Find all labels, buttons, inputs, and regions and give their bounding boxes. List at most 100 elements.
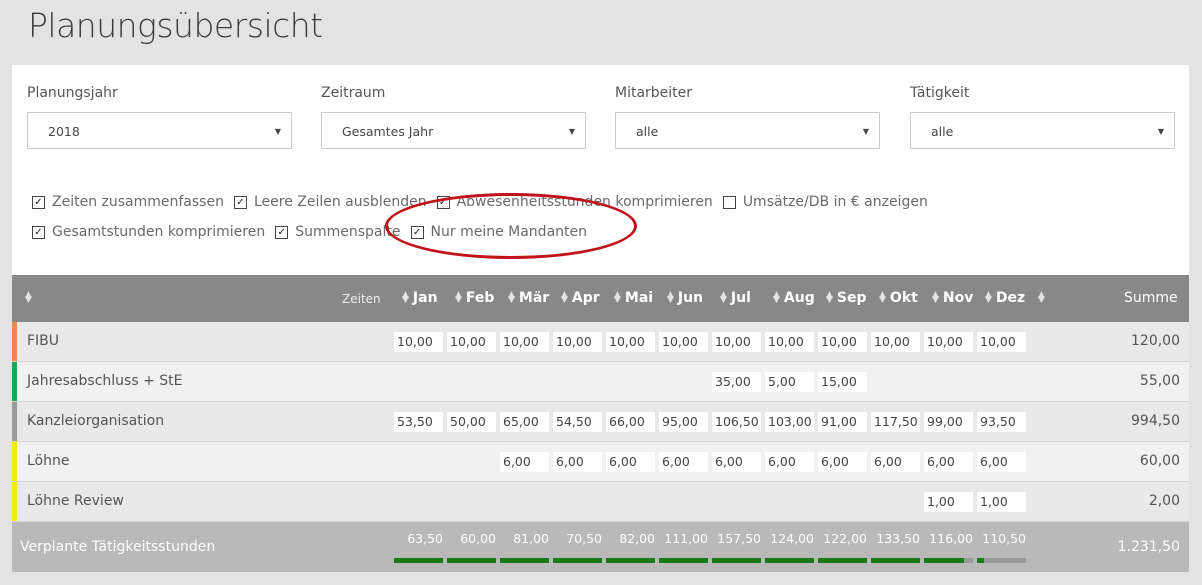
checkbox[interactable]: ✓ (436, 195, 450, 209)
color-stripe (12, 322, 17, 361)
hours-cell[interactable]: 6,00 (871, 452, 920, 472)
hours-cell[interactable]: 66,00 (606, 412, 655, 432)
month-total: 82,00 (619, 531, 655, 546)
footer-sum: 1.231,50 (1117, 539, 1180, 555)
hours-cell[interactable]: 50,00 (447, 412, 496, 432)
sort-icon: ▲ ▼ (932, 290, 939, 305)
sort-icon: ▲ ▼ (879, 290, 886, 305)
checkbox[interactable]: ✓ (32, 225, 45, 239)
hours-cell[interactable]: 6,00 (606, 452, 655, 472)
hours-cell[interactable]: 6,00 (712, 452, 761, 472)
month-column-header[interactable]: ▲ ▼ Okt (879, 290, 931, 306)
activity-name: Kanzleiorganisation (27, 413, 165, 429)
checkbox-row: ✓ Zeiten zusammenfassen ✓ Leere Zeilen a… (32, 187, 938, 217)
month-column-header[interactable]: ▲ ▼ Jun (667, 290, 719, 306)
checkbox[interactable]: ✓ (32, 195, 45, 209)
hours-cell[interactable]: 10,00 (606, 332, 655, 352)
planungsjahr-select[interactable]: 2018 ▼ (27, 112, 292, 149)
hours-cell[interactable]: 6,00 (765, 452, 814, 472)
row-sum: 994,50 (1131, 413, 1180, 429)
hours-cell[interactable]: 10,00 (500, 332, 549, 352)
hours-cell[interactable]: 1,00 (977, 492, 1026, 512)
hours-cell[interactable]: 10,00 (977, 332, 1026, 352)
hours-cell[interactable]: 1,00 (924, 492, 973, 512)
option-gesamtstunden-komprimieren[interactable]: ✓ Gesamtstunden komprimieren (32, 224, 265, 240)
month-total: 157,50 (717, 531, 761, 546)
chevron-down-icon: ▼ (568, 127, 575, 136)
utilization-bar (500, 558, 549, 563)
option-leere-zeilen-ausblenden[interactable]: ✓ Leere Zeilen ausblenden (233, 194, 427, 210)
hours-cell[interactable]: 103,00 (765, 412, 814, 432)
utilization-bar (447, 558, 496, 563)
hours-cell[interactable]: 10,00 (712, 332, 761, 352)
utilization-bar (765, 558, 814, 563)
table-row: Löhne 60,00 6,00 6,00 6,00 6,00 6,00 6,00 6,00 6,… (12, 442, 1189, 482)
month-total: 60,00 (460, 531, 496, 546)
mitarbeiter-select[interactable]: alle ▼ (615, 112, 880, 149)
hours-cell[interactable]: 15,00 (818, 372, 867, 392)
checkbox[interactable]: ✓ (233, 195, 247, 209)
hours-cell[interactable]: 10,00 (818, 332, 867, 352)
hours-cell[interactable]: 65,00 (500, 412, 549, 432)
hours-cell[interactable]: 53,50 (394, 412, 443, 432)
hours-cell[interactable]: 6,00 (553, 452, 602, 472)
month-column-header[interactable]: ▲ ▼ Feb (455, 290, 507, 306)
hours-cell[interactable]: 10,00 (871, 332, 920, 352)
hours-cell[interactable]: 91,00 (818, 412, 867, 432)
activity-name: Löhne Review (27, 493, 124, 509)
option-summenspalte[interactable]: ✓ Summenspalte (275, 224, 401, 240)
filter-mitarbeiter: Mitarbeiter alle ▼ (615, 85, 880, 149)
month-column-header[interactable]: ▲ ▼ Sep (826, 290, 878, 306)
hours-cell[interactable]: 99,00 (924, 412, 973, 432)
hours-cell[interactable]: 95,00 (659, 412, 708, 432)
chevron-down-icon: ▼ (862, 127, 869, 136)
hours-cell[interactable]: 10,00 (553, 332, 602, 352)
hours-cell[interactable]: 10,00 (447, 332, 496, 352)
month-column-header[interactable]: ▲ ▼ Jul (720, 290, 772, 306)
checkbox[interactable] (722, 195, 736, 209)
month-column-header[interactable]: ▲ ▼ Mai (614, 290, 666, 306)
filter-planungsjahr: Planungsjahr 2018 ▼ (27, 85, 292, 149)
month-column-header[interactable]: ▲ ▼ Nov (932, 290, 984, 306)
option-zeiten-zusammenfassen[interactable]: ✓ Zeiten zusammenfassen (32, 194, 224, 210)
utilization-bar-fill (871, 558, 920, 563)
month-column-header[interactable]: ▲ ▼ Mär (508, 290, 560, 306)
hours-cell[interactable]: 54,50 (553, 412, 602, 432)
row-sum: 120,00 (1131, 333, 1180, 349)
hours-cell[interactable]: 93,50 (977, 412, 1026, 432)
month-label: Jul (730, 290, 751, 306)
sort-icon[interactable]: ▲ ▼ (25, 291, 32, 305)
sort-icon[interactable]: ▲ ▼ (1038, 291, 1045, 305)
checkbox[interactable]: ✓ (410, 225, 424, 239)
hours-cell[interactable]: 10,00 (765, 332, 814, 352)
month-column-header[interactable]: ▲ ▼ Dez (985, 290, 1037, 306)
hours-cell[interactable]: 10,00 (394, 332, 443, 352)
hours-cell[interactable]: 35,00 (712, 372, 761, 392)
month-column-header[interactable]: ▲ ▼ Jan (402, 290, 454, 306)
hours-cell[interactable]: 6,00 (977, 452, 1026, 472)
month-column-header[interactable]: ▲ ▼ Aug (773, 290, 825, 306)
hours-cell[interactable]: 106,50 (712, 412, 761, 432)
filter-label: Mitarbeiter (615, 85, 693, 101)
hours-cell[interactable]: 6,00 (500, 452, 549, 472)
option-nur-meine-mandanten[interactable]: ✓ Nur meine Mandanten (410, 224, 587, 240)
sort-icon: ▲ ▼ (826, 290, 833, 305)
utilization-bar-fill (606, 558, 655, 563)
sort-icon: ▲ ▼ (667, 290, 674, 305)
hours-cell[interactable]: 10,00 (659, 332, 708, 352)
month-column-header[interactable]: ▲ ▼ Apr (561, 290, 613, 306)
hours-cell[interactable]: 10,00 (924, 332, 973, 352)
zeitraum-select[interactable]: Gesamtes Jahr ▼ (321, 112, 586, 149)
checkbox[interactable]: ✓ (275, 225, 289, 239)
hours-cell[interactable]: 6,00 (818, 452, 867, 472)
utilization-bar (977, 558, 1026, 563)
hours-cell[interactable]: 5,00 (765, 372, 814, 392)
hours-cell[interactable]: 6,00 (659, 452, 708, 472)
hours-cell[interactable]: 6,00 (924, 452, 973, 472)
option-abwesenheitsstunden-komprimieren[interactable]: ✓ Abwesenheitsstunden komprimieren (436, 194, 713, 210)
utilization-bar-fill (924, 558, 965, 563)
month-label: Feb (465, 290, 495, 306)
option-umsaetze-anzeigen[interactable]: Umsätze/DB in € anzeigen (722, 194, 928, 210)
hours-cell[interactable]: 117,50 (871, 412, 920, 432)
taetigkeit-select[interactable]: alle ▼ (910, 112, 1175, 149)
